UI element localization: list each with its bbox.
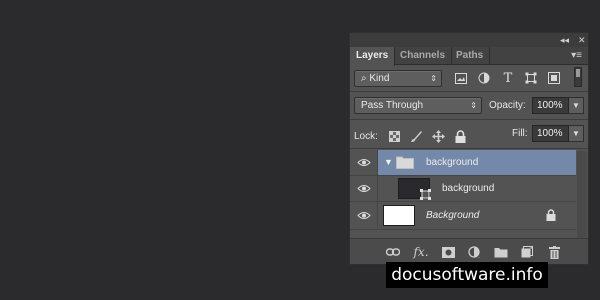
divider	[350, 91, 588, 92]
link-layers-icon[interactable]	[386, 245, 400, 259]
folder-icon	[396, 155, 414, 172]
visibility-eye-icon[interactable]	[350, 150, 378, 175]
tab-paths[interactable]: Paths	[450, 47, 491, 65]
lock-label: Lock:	[354, 131, 378, 142]
layer-thumbnail	[383, 205, 415, 226]
opacity-input[interactable]: 100%	[532, 97, 569, 114]
layer-row-shape[interactable]: background	[350, 176, 576, 202]
blend-mode-value: Pass Through	[361, 100, 424, 111]
filter-kind-select[interactable]: ⌕ Kind ⇕	[354, 70, 442, 87]
panel-titlebar: ◂◂ ✕	[350, 33, 588, 47]
layer-name: background	[426, 157, 479, 168]
new-group-icon[interactable]	[494, 245, 508, 259]
smart-object-filter-icon[interactable]	[547, 71, 561, 85]
lock-transparent-pixels-icon[interactable]	[387, 129, 401, 143]
lock-icon	[546, 209, 556, 224]
watermark: docusoftware.info	[386, 262, 548, 288]
divider	[350, 148, 588, 149]
close-icon[interactable]: ✕	[578, 34, 586, 46]
collapse-icon[interactable]: ◂◂	[560, 34, 569, 46]
tab-layers[interactable]: Layers	[350, 47, 396, 66]
layers-panel: ◂◂ ✕ Layers Channels Paths ▾≡ ⌕ Kind ⇕ T…	[349, 32, 589, 265]
tab-channels[interactable]: Channels	[394, 47, 453, 65]
fx-icon[interactable]: fx.	[413, 245, 428, 259]
layer-row-group[interactable]: ▼ background	[350, 150, 576, 176]
lock-all-icon[interactable]	[453, 129, 467, 143]
fill-input[interactable]: 100%	[532, 125, 569, 142]
fill-label: Fill:	[512, 128, 528, 139]
visibility-eye-icon[interactable]	[350, 176, 378, 201]
opacity-dropdown-icon[interactable]: ▼	[569, 97, 584, 114]
blend-mode-select[interactable]: Pass Through ⇕	[354, 97, 482, 114]
search-icon: ⌕	[361, 73, 367, 84]
panel-bottom-toolbar: fx. .	[350, 238, 588, 264]
chevron-updown-icon: ⇕	[430, 74, 437, 83]
image-filter-icon[interactable]	[454, 71, 468, 85]
adjustment-layer-icon[interactable]: .	[468, 245, 482, 259]
type-filter-icon[interactable]: T	[501, 71, 515, 86]
trash-icon[interactable]	[547, 245, 561, 259]
chevron-updown-icon: ⇕	[470, 101, 477, 110]
expand-triangle-icon[interactable]: ▼	[384, 157, 393, 167]
new-layer-icon[interactable]	[520, 245, 534, 259]
filter-toggle[interactable]	[574, 67, 582, 87]
shape-layer-icon	[420, 189, 431, 203]
layer-row-background[interactable]: Background	[350, 202, 576, 230]
add-mask-icon[interactable]	[441, 245, 455, 259]
shape-filter-icon[interactable]	[524, 71, 538, 85]
lock-image-pixels-icon[interactable]	[409, 129, 423, 143]
svg-text:.: .	[478, 253, 480, 258]
lock-position-icon[interactable]	[431, 129, 445, 143]
visibility-eye-icon[interactable]	[350, 202, 378, 229]
layer-name: background	[442, 183, 495, 194]
panel-menu-icon[interactable]: ▾≡	[571, 50, 582, 61]
layers-scrollbar[interactable]	[577, 151, 587, 239]
adjustment-filter-icon[interactable]	[477, 71, 491, 85]
fill-dropdown-icon[interactable]: ▼	[569, 125, 584, 142]
opacity-label: Opacity:	[489, 100, 526, 111]
layer-name: Background	[426, 210, 480, 221]
panel-tabs: Layers Channels Paths ▾≡	[350, 47, 588, 66]
filter-kind-label: Kind	[369, 73, 390, 84]
divider	[350, 119, 588, 120]
